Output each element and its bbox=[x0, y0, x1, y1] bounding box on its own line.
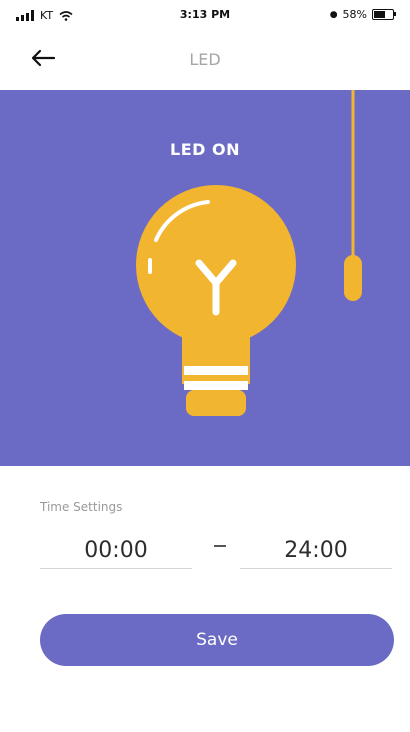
start-time-field[interactable]: 00:00 bbox=[40, 534, 192, 569]
lightbulb-icon bbox=[136, 185, 296, 416]
alarm-icon: ● bbox=[329, 9, 338, 20]
time-range-dash bbox=[214, 545, 226, 547]
time-settings-label: Time Settings bbox=[40, 500, 123, 514]
led-hero-panel: LED ON bbox=[0, 90, 410, 466]
save-button[interactable]: Save bbox=[40, 614, 394, 666]
status-right: ● 58% bbox=[329, 8, 396, 21]
battery-icon bbox=[372, 9, 396, 20]
pull-cord-icon[interactable] bbox=[344, 90, 362, 301]
bulb-illustration bbox=[136, 90, 362, 416]
status-bar: KT 3:13 PM ● 58% bbox=[0, 0, 410, 30]
page-title: LED bbox=[189, 50, 221, 69]
nav-bar: LED bbox=[0, 30, 410, 90]
battery-percent: 58% bbox=[342, 8, 367, 21]
end-time-field[interactable]: 24:00 bbox=[240, 534, 392, 569]
